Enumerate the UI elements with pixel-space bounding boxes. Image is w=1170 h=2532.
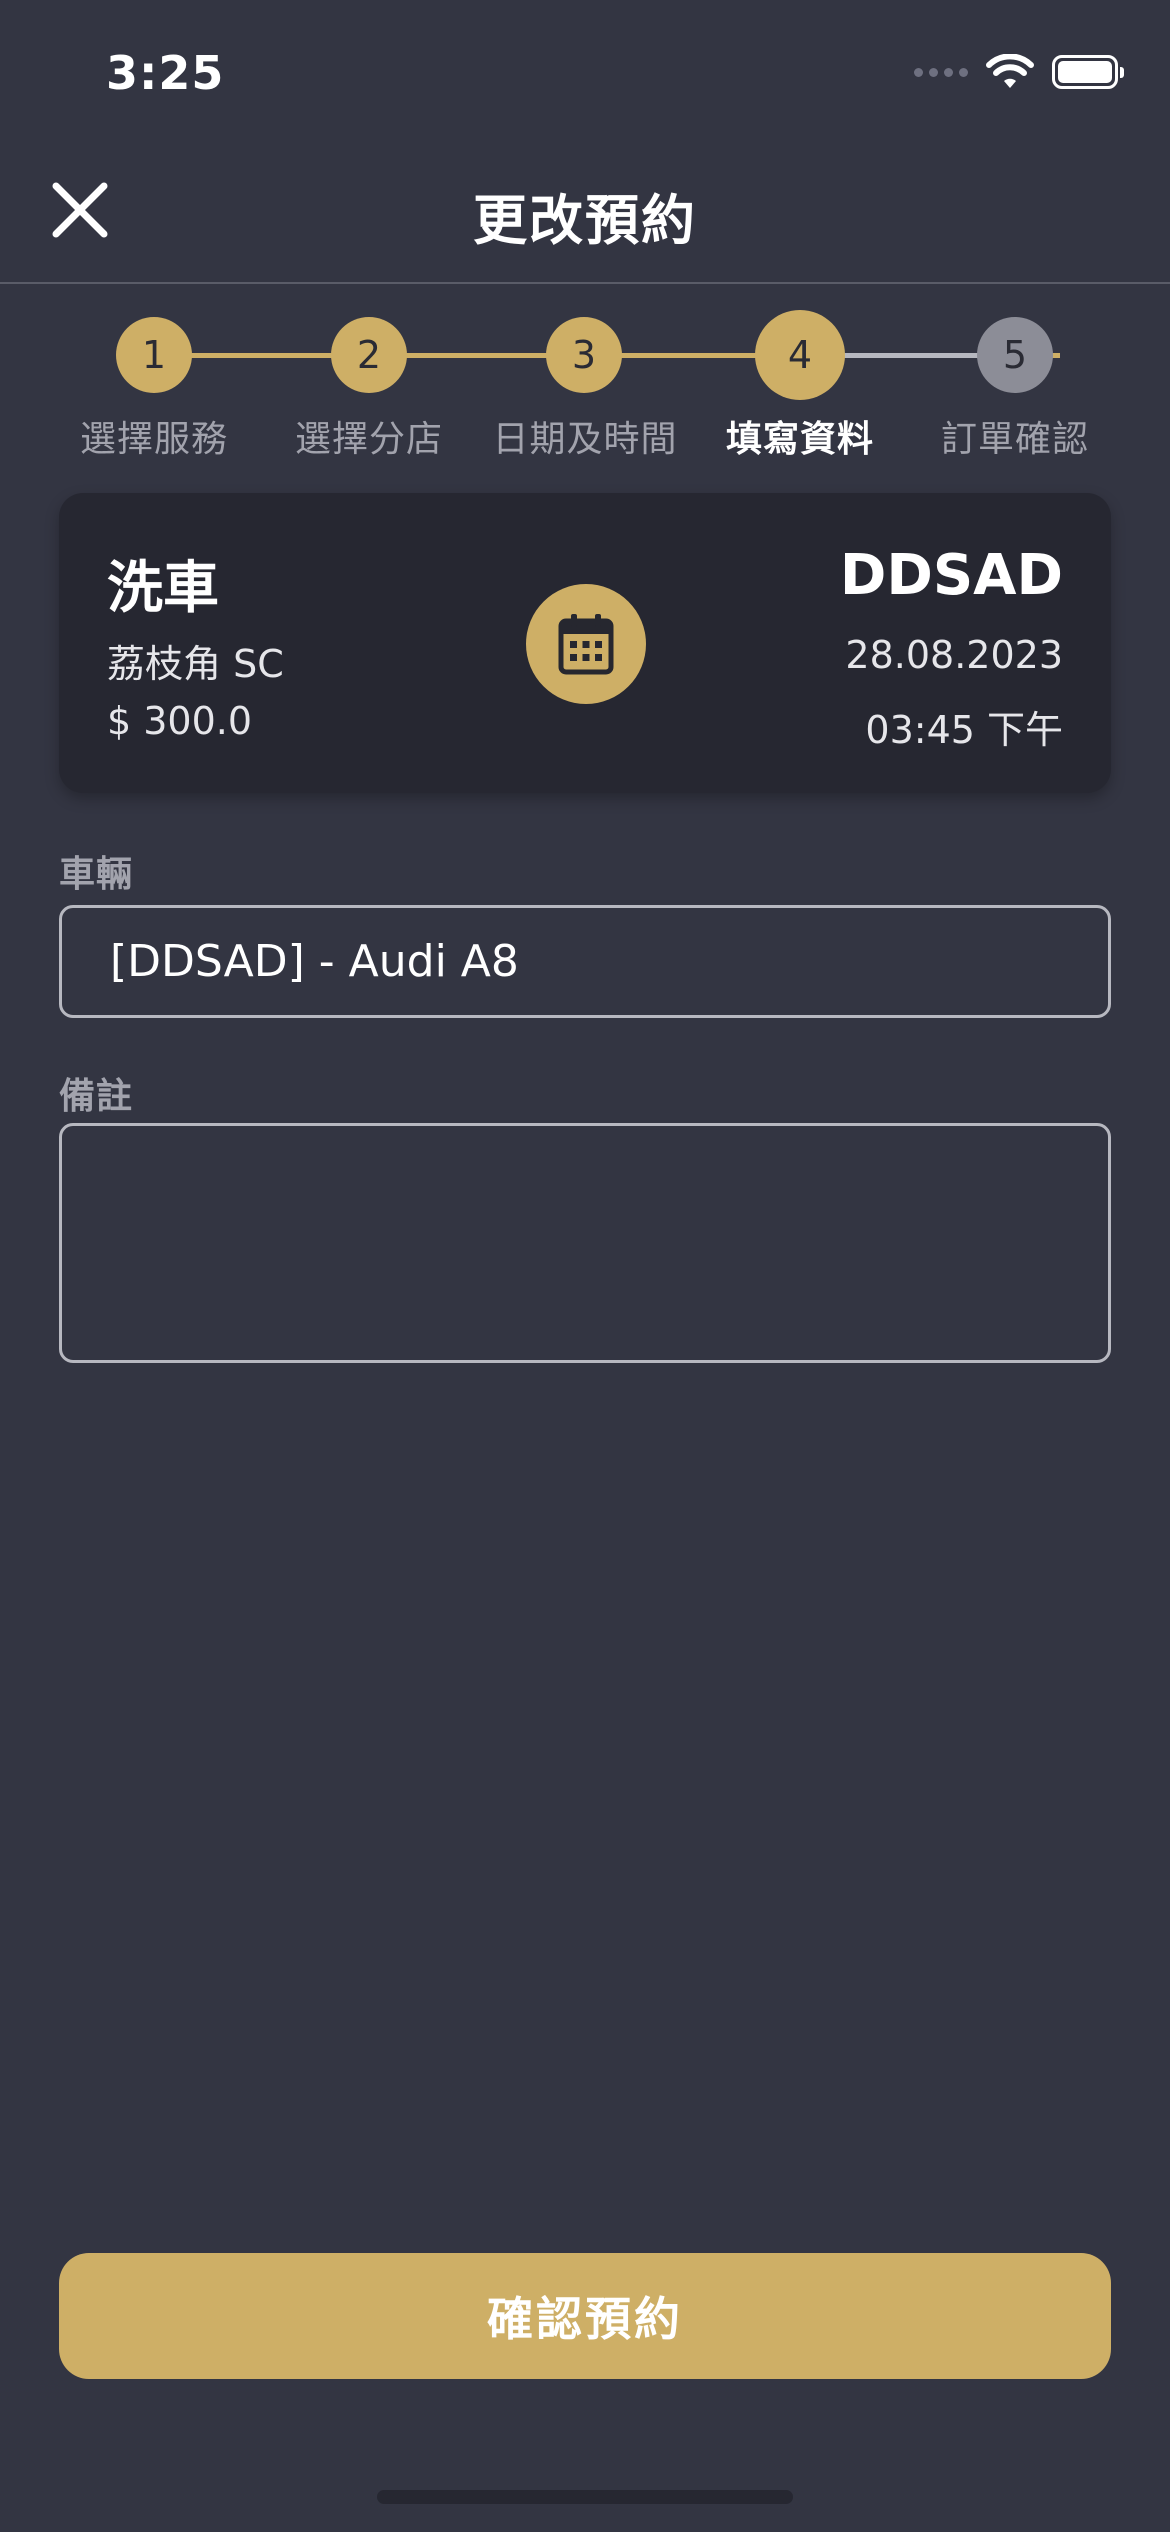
confirm-booking-button[interactable]: 確認預約 [59, 2253, 1111, 2379]
step-5-circle: 5 [977, 317, 1053, 393]
vehicle-select[interactable]: [DDSAD] - Audi A8 [59, 905, 1111, 1018]
page-title: 更改預約 [473, 189, 697, 252]
screen: 3:25 更改預約 1 2 3 4 5 選擇服務 選擇分店 日期及時間 填寫資料… [0, 0, 1170, 2532]
battery-icon [1052, 55, 1124, 89]
status-icons [914, 54, 1124, 90]
vehicle-value: [DDSAD] - Audi A8 [110, 936, 519, 987]
service-name: 洗車 [107, 556, 219, 621]
vehicle-label: 車輛 [59, 854, 134, 895]
cellular-signal-icon [914, 67, 968, 77]
booking-date: 28.08.2023 [845, 633, 1063, 677]
notes-label: 備註 [59, 1076, 134, 1117]
wifi-icon [986, 54, 1034, 88]
booking-time: 03:45 下午 [865, 708, 1063, 752]
booking-stepper: 1 2 3 4 5 選擇服務 選擇分店 日期及時間 填寫資料 訂單確認 [0, 310, 1170, 470]
header-divider [0, 282, 1170, 284]
service-price: $ 300.0 [107, 699, 253, 743]
step-1-circle: 1 [116, 317, 192, 393]
calendar-icon [558, 614, 614, 675]
step-5-label: 訂單確認 [940, 419, 1089, 460]
notes-input[interactable] [59, 1123, 1111, 1363]
booking-summary-card: 洗車 荔枝角 SC $ 300.0 DDSAD 28.08.2023 03:45… [59, 493, 1111, 793]
step-4-circle: 4 [755, 310, 845, 400]
shop-name: 荔枝角 SC [107, 642, 284, 686]
step-3-label: 日期及時間 [492, 419, 678, 460]
calendar-badge [526, 584, 646, 704]
vehicle-plate: DDSAD [839, 543, 1063, 608]
step-2-label: 選擇分店 [294, 419, 443, 460]
step-2-circle: 2 [331, 317, 407, 393]
step-4-label: 填寫資料 [725, 419, 874, 460]
step-3-circle: 3 [546, 317, 622, 393]
home-indicator [377, 2490, 793, 2504]
status-time: 3:25 [106, 46, 225, 100]
step-1-label: 選擇服務 [79, 419, 228, 460]
